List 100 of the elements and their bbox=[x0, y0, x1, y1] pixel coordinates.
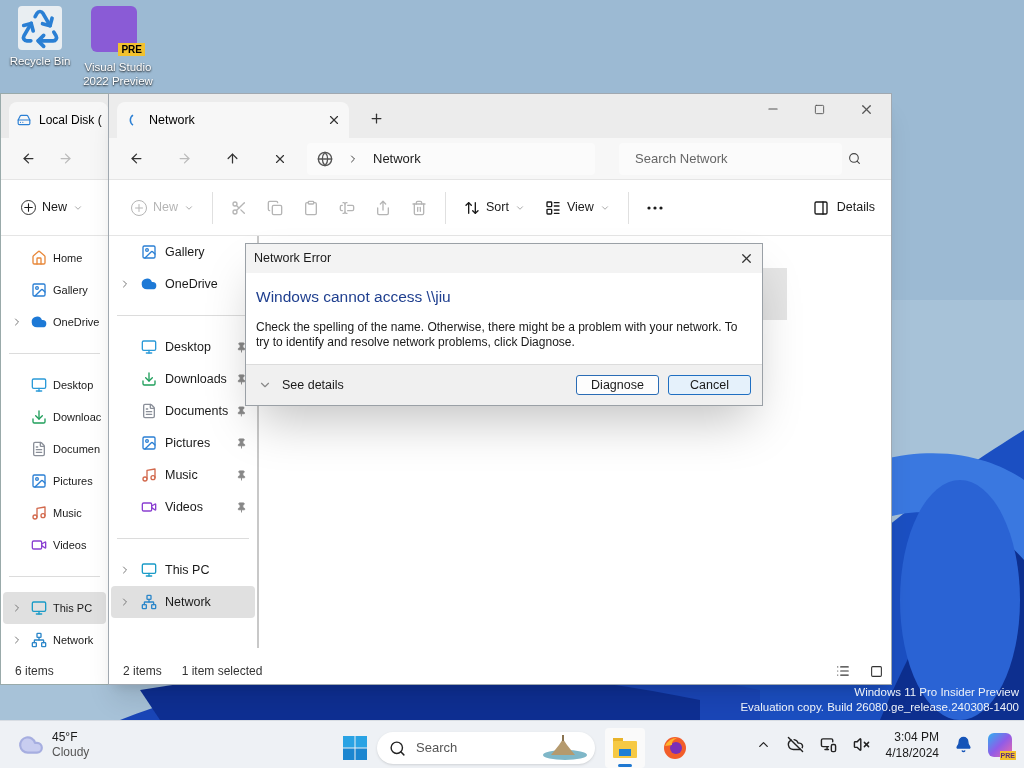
maximize-icon[interactable] bbox=[814, 103, 825, 115]
nav-item[interactable]: Desktop bbox=[3, 369, 106, 401]
nav-item[interactable]: This PC bbox=[111, 554, 255, 586]
documents-icon bbox=[31, 441, 47, 457]
pc-icon bbox=[141, 562, 157, 578]
download-icon bbox=[31, 409, 47, 425]
nav-item[interactable]: Music bbox=[111, 459, 255, 491]
pin-icon bbox=[236, 373, 247, 385]
nav-item[interactable]: This PC bbox=[3, 592, 106, 624]
search-icon[interactable] bbox=[848, 152, 861, 165]
more-icon bbox=[646, 205, 663, 210]
weather-widget[interactable]: 45°F Cloudy bbox=[18, 729, 90, 760]
home-icon bbox=[31, 250, 47, 266]
loading-icon bbox=[127, 114, 135, 126]
close-icon[interactable] bbox=[739, 251, 754, 266]
documents-icon bbox=[141, 403, 157, 419]
cloud-icon bbox=[31, 314, 47, 330]
search-highlight-icon bbox=[541, 735, 589, 761]
clock[interactable]: 3:04 PM 4/18/2024 bbox=[885, 728, 939, 761]
share-icon bbox=[375, 199, 391, 216]
nav-label: Music bbox=[165, 466, 199, 484]
nav-label: Gallery bbox=[165, 243, 206, 261]
close-tab-icon[interactable] bbox=[327, 113, 341, 127]
nav-item[interactable]: Videos bbox=[111, 491, 255, 523]
details-view-icon[interactable] bbox=[836, 664, 850, 678]
nav-label: OneDrive bbox=[165, 275, 219, 293]
nav-item[interactable]: Documents bbox=[111, 395, 255, 427]
nav-item[interactable]: Downloac bbox=[3, 401, 106, 433]
copy-icon bbox=[267, 199, 283, 216]
nav-item[interactable]: Home bbox=[3, 242, 106, 274]
gallery-icon bbox=[141, 244, 157, 260]
preview-badge: PRE bbox=[118, 43, 145, 56]
up-icon[interactable] bbox=[225, 151, 240, 166]
pc-icon bbox=[31, 600, 47, 616]
status-text: 6 items bbox=[15, 663, 54, 680]
folder-icon bbox=[613, 738, 637, 758]
search-field[interactable]: Search Network bbox=[619, 142, 842, 175]
nav-label: Network bbox=[53, 632, 94, 648]
nav-label: Desktop bbox=[165, 338, 212, 356]
nav-item[interactable]: Music bbox=[3, 497, 106, 529]
new-button[interactable]: New bbox=[21, 198, 83, 217]
status-text: 2 items bbox=[123, 663, 162, 680]
nav-label: Desktop bbox=[53, 377, 94, 393]
nav-label: Videos bbox=[53, 537, 87, 553]
nav-label: Downloac bbox=[53, 409, 102, 425]
back-icon[interactable] bbox=[21, 151, 36, 166]
nav-label: This PC bbox=[53, 600, 93, 616]
nav-item[interactable]: Documen bbox=[3, 433, 106, 465]
sort-button[interactable]: Sort bbox=[456, 191, 533, 224]
view-button[interactable]: View bbox=[536, 191, 618, 224]
details-expander[interactable]: See details bbox=[258, 375, 344, 395]
nav-label: Music bbox=[53, 505, 82, 521]
tiles-view-icon[interactable] bbox=[870, 664, 883, 678]
start-icon[interactable] bbox=[343, 736, 367, 760]
details-button[interactable]: Details bbox=[812, 198, 875, 217]
search-placeholder: Search bbox=[416, 739, 459, 758]
pin-icon bbox=[236, 501, 247, 513]
desktop-icon bbox=[31, 377, 47, 393]
taskbar-app[interactable] bbox=[605, 728, 645, 768]
nav-label: Downloads bbox=[165, 370, 228, 388]
nav-label: Network bbox=[165, 593, 212, 611]
recycle-bin-icon[interactable] bbox=[18, 6, 62, 50]
nav-item[interactable]: Videos bbox=[3, 529, 106, 561]
dialog-message: Check the spelling of the name. Otherwise, there might be a problem with your network. To try to identify and resolve network problems, click Diagnose. bbox=[256, 320, 739, 351]
nav-label: This PC bbox=[165, 561, 211, 579]
cloud-icon bbox=[141, 276, 157, 292]
videos-icon bbox=[31, 537, 47, 553]
tab[interactable]: Network bbox=[117, 102, 349, 138]
notification-icon[interactable] bbox=[955, 736, 972, 753]
pin-icon bbox=[236, 437, 247, 449]
search-icon bbox=[389, 739, 406, 757]
volume-muted-icon[interactable] bbox=[852, 736, 870, 753]
view-icon bbox=[544, 199, 561, 216]
dialog-title: Network Error bbox=[254, 250, 333, 268]
dialog-button[interactable]: Diagnose bbox=[576, 375, 659, 396]
dialog-button[interactable]: Cancel bbox=[668, 375, 751, 396]
nav-item[interactable]: OneDrive bbox=[3, 306, 106, 338]
nav-label: Gallery bbox=[53, 282, 88, 298]
new-tab-icon[interactable] bbox=[369, 111, 384, 126]
tab[interactable]: Local Disk ( bbox=[9, 102, 108, 138]
nav-label: Documents bbox=[165, 402, 229, 420]
nav-label: Documen bbox=[53, 441, 101, 457]
address-bar[interactable]: Network bbox=[307, 142, 595, 175]
nav-item[interactable]: Pictures bbox=[111, 427, 255, 459]
pictures-icon bbox=[31, 473, 47, 489]
nav-item[interactable]: Gallery bbox=[3, 274, 106, 306]
nav-item[interactable]: Pictures bbox=[3, 465, 106, 497]
rename-icon bbox=[339, 199, 355, 216]
taskbar-search[interactable]: Search bbox=[377, 732, 595, 764]
music-icon bbox=[31, 505, 47, 521]
nav-item[interactable]: Network bbox=[3, 624, 106, 656]
cut-icon bbox=[231, 199, 247, 216]
nav-label: OneDrive bbox=[53, 314, 100, 330]
music-icon bbox=[141, 467, 157, 483]
nav-item[interactable]: Network bbox=[111, 586, 255, 618]
back-icon[interactable] bbox=[129, 151, 144, 166]
cloud-off-icon[interactable] bbox=[786, 736, 804, 753]
pin-icon bbox=[236, 341, 247, 353]
nav-label: Videos bbox=[165, 498, 204, 516]
dialog-heading: Windows cannot access \\jiu bbox=[256, 287, 452, 307]
